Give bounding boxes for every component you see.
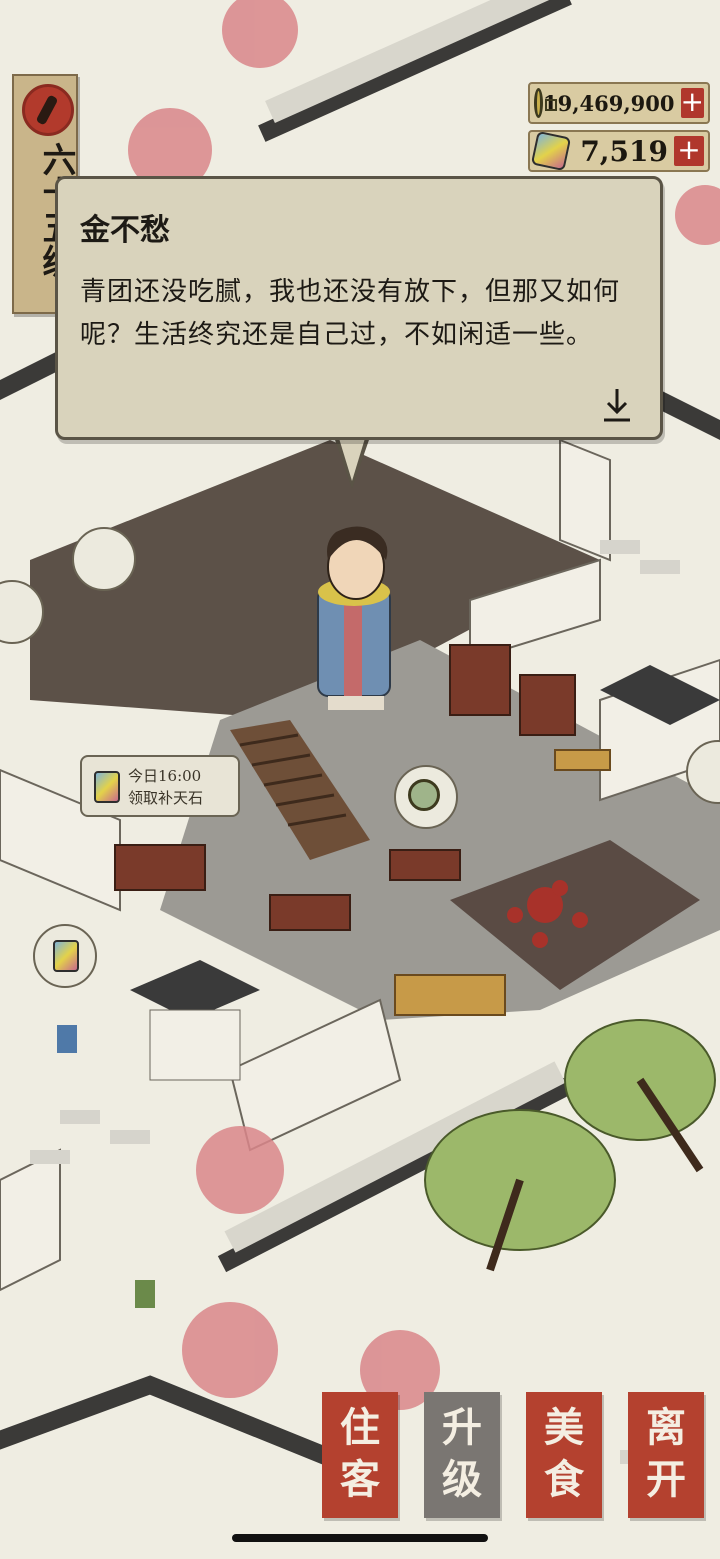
brush-emblem-icon bbox=[22, 84, 74, 136]
coin-collect-bubble[interactable] bbox=[394, 765, 458, 829]
upgrade-button[interactable]: 升级 bbox=[424, 1392, 500, 1518]
mending-stone-icon bbox=[94, 771, 120, 803]
reward-timer-tag[interactable]: 今日16:00 领取补天石 bbox=[80, 755, 240, 817]
copper-coin-icon bbox=[408, 779, 440, 811]
gem-amount: 7,519 bbox=[580, 134, 668, 168]
add-gems-button[interactable]: + bbox=[674, 136, 704, 166]
speaker-name: 金不愁 bbox=[80, 213, 170, 248]
food-button[interactable]: 美食 bbox=[526, 1392, 602, 1518]
guest-request-bubble[interactable] bbox=[72, 527, 136, 591]
dialog-text: 青团还没吃腻，我也还没有放下，但那又如何呢？生活终究还是自己过，不如闲适一些。 bbox=[80, 277, 621, 350]
coin-amount: 19,469,900 bbox=[543, 90, 675, 116]
arrow-down-icon[interactable] bbox=[602, 385, 632, 423]
guests-button[interactable]: 住客 bbox=[322, 1392, 398, 1518]
dialog-box[interactable]: 金不愁 青团还没吃腻，我也还没有放下，但那又如何呢？生活终究还是自己过，不如闲适… bbox=[55, 176, 663, 440]
home-indicator[interactable] bbox=[232, 1534, 488, 1542]
mending-stone-bubble[interactable] bbox=[33, 924, 97, 988]
add-coins-button[interactable]: + bbox=[680, 88, 704, 118]
mending-stone-icon bbox=[530, 130, 572, 172]
reward-description-label: 领取补天石 bbox=[128, 789, 204, 807]
coin-currency-bar: 19,469,900 + bbox=[528, 82, 710, 124]
gem-currency-bar: 7,519 + bbox=[528, 130, 710, 172]
mending-stone-icon bbox=[53, 940, 79, 972]
reward-time-label: 今日16:00 bbox=[128, 767, 202, 785]
dialog-tail bbox=[334, 435, 370, 489]
leave-button[interactable]: 离开 bbox=[628, 1392, 704, 1518]
copper-coin-icon bbox=[534, 88, 557, 118]
